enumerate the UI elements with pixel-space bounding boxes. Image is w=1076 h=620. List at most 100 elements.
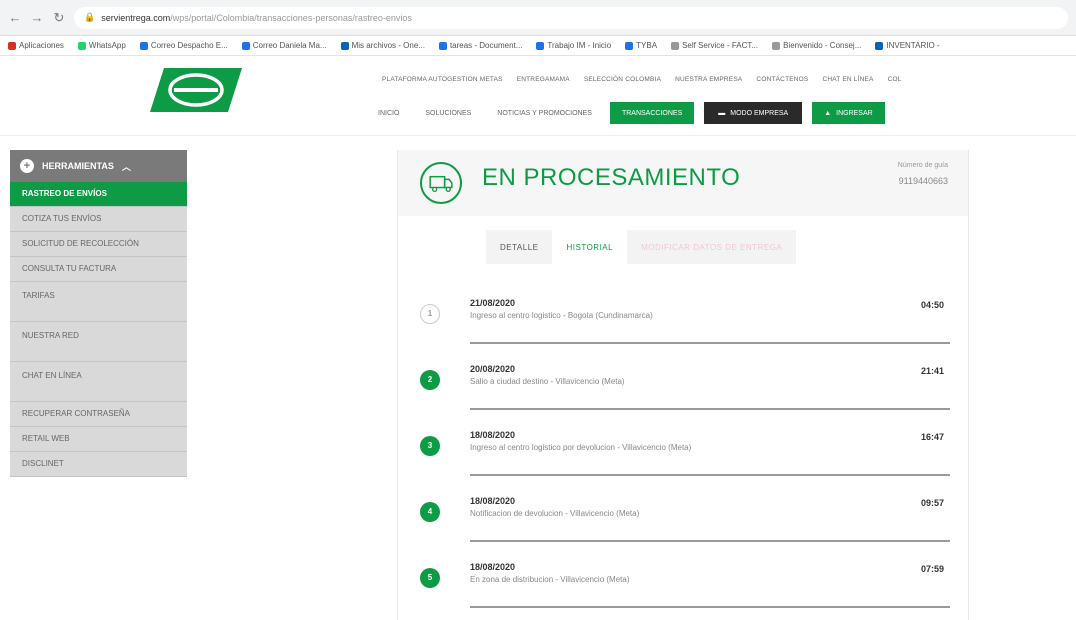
bookmark-label: WhatsApp xyxy=(88,41,126,50)
guide-label: Número de guía xyxy=(897,162,948,169)
bookmark-item[interactable]: WhatsApp xyxy=(77,41,126,50)
modo-empresa-button[interactable]: ▬ MODO EMPRESA xyxy=(704,102,803,124)
bookmark-favicon-icon xyxy=(139,41,148,50)
bookmark-item[interactable]: tareas - Document... xyxy=(438,41,522,50)
url-path: /wps/portal/Colombia/transacciones-perso… xyxy=(170,12,412,23)
tab-detalle[interactable]: DETALLE xyxy=(486,230,552,264)
guide-info: Número de guía 9119440663 xyxy=(898,160,948,189)
event-description: Ingreso al centro logistico por devoluci… xyxy=(470,443,692,452)
event-number-badge: 3 xyxy=(420,436,440,456)
main-nav: INICIO SOLUCIONES NOTICIAS Y PROMOCIONES… xyxy=(370,102,885,124)
bookmark-item[interactable]: Self Service - FACT... xyxy=(671,41,758,50)
top-link[interactable]: CHAT EN LÍNEA xyxy=(822,76,873,83)
event-time: 21:41 xyxy=(920,366,944,376)
browser-toolbar: ← → ↻ 🔒 servientrega.com /wps/portal/Col… xyxy=(0,0,1076,36)
top-link[interactable]: NUESTRA EMPRESA xyxy=(675,76,742,83)
bookmark-favicon-icon xyxy=(536,41,545,50)
timeline-event: 2 20/08/2020 Salio a ciudad destino - Vill… xyxy=(420,356,950,422)
event-body: 18/08/2020 En zona de distribucion - Vill… xyxy=(470,562,950,608)
top-link[interactable]: CONTÁCTENOS xyxy=(756,76,808,83)
reload-icon[interactable]: ↻ xyxy=(52,10,66,26)
sidebar-item[interactable]: COTIZA TUS ENVÍOS xyxy=(10,207,187,232)
event-date: 18/08/2020 xyxy=(470,562,516,572)
timeline-event: 3 18/08/2020 Ingreso al centro logistico p… xyxy=(420,422,950,488)
sidebar-item[interactable]: SOLICITUD DE RECOLECCIÓN xyxy=(10,232,187,257)
nav-soluciones[interactable]: SOLUCIONES xyxy=(417,110,479,117)
tools-sidebar: + HERRAMIENTAS ︿ RASTREO DE ENVÍOS COTIZA… xyxy=(10,150,187,477)
servientrega-logo[interactable] xyxy=(150,68,242,112)
nav-inicio[interactable]: INICIO xyxy=(370,110,407,117)
event-number-badge: 1 xyxy=(420,304,440,324)
event-body: 21/08/2020 Ingreso al centro logistico - … xyxy=(470,298,950,344)
bookmark-favicon-icon xyxy=(875,41,884,50)
sidebar-item[interactable]: RECUPERAR CONTRASEÑA xyxy=(10,402,187,427)
tab-modificar-datos[interactable]: MODIFICAR DATOS DE ENTREGA xyxy=(627,230,796,264)
event-date: 20/08/2020 xyxy=(470,364,516,374)
bookmark-item[interactable]: Mis archivos - One... xyxy=(340,41,425,50)
bookmark-favicon-icon xyxy=(241,41,250,50)
history-timeline: 1 21/08/2020 Ingreso al centro logistico -… xyxy=(420,290,950,620)
top-links: PLATAFORMA AUTOGESTION METAS ENTREGAMAMA S… xyxy=(382,76,902,83)
sidebar-item[interactable]: RETAIL WEB xyxy=(10,427,187,452)
event-description: Salio a ciudad destino - Villavicencio (… xyxy=(470,377,625,386)
tracking-tabs: DETALLE HISTORIAL MODIFICAR DATOS DE ENT… xyxy=(486,230,797,264)
tab-historial[interactable]: HISTORIAL xyxy=(552,230,628,264)
event-number-badge: 5 xyxy=(420,568,440,588)
chevron-up-icon: ︿ xyxy=(121,161,131,172)
briefcase-icon: ▬ xyxy=(718,109,726,117)
sidebar-item[interactable]: CONSULTA TU FACTURA xyxy=(10,257,187,282)
forward-arrow-icon[interactable]: → xyxy=(30,10,44,25)
top-link[interactable]: COL xyxy=(888,76,902,83)
bookmark-label: Correo Despacho E... xyxy=(150,41,228,50)
url-host: servientrega.com xyxy=(101,12,171,23)
bookmark-favicon-icon xyxy=(8,41,16,50)
bookmark-favicon-icon xyxy=(772,41,781,50)
modo-empresa-label: MODO EMPRESA xyxy=(730,109,789,117)
bookmark-item[interactable]: TYBA xyxy=(625,41,657,50)
plus-icon: + xyxy=(20,159,34,173)
event-date: 18/08/2020 xyxy=(470,496,516,506)
event-number-badge: 2 xyxy=(420,370,440,390)
transacciones-button[interactable]: TRANSACCIONES xyxy=(609,102,695,124)
bookmark-favicon-icon xyxy=(671,41,680,50)
event-body: 18/08/2020 Notificacion de devolucion - V… xyxy=(470,496,950,542)
bookmark-label: Mis archivos - One... xyxy=(351,41,425,50)
tracking-panel: EN PROCESAMIENTO Número de guía 91194406… xyxy=(397,150,969,620)
event-time: 16:47 xyxy=(920,432,944,442)
guide-number: 9119440663 xyxy=(898,175,948,186)
bookmark-item[interactable]: Correo Despacho E... xyxy=(139,41,228,50)
bookmark-favicon-icon xyxy=(438,41,447,50)
truck-icon xyxy=(420,162,462,204)
bookmark-item[interactable]: Trabajo IM - Inicio xyxy=(536,41,611,50)
bookmark-favicon-icon xyxy=(77,41,86,50)
event-date: 18/08/2020 xyxy=(470,430,516,440)
nav-noticias[interactable]: NOTICIAS Y PROMOCIONES xyxy=(489,110,600,117)
site-header: PLATAFORMA AUTOGESTION METAS ENTREGAMAMA S… xyxy=(0,56,1076,136)
event-body: 18/08/2020 Ingreso al centro logistico po… xyxy=(470,430,950,476)
sidebar-item[interactable]: RASTREO DE ENVÍOS xyxy=(10,182,187,207)
event-description: Notificacion de devolucion - Villavicenc… xyxy=(470,509,640,518)
event-time: 09:57 xyxy=(920,498,944,508)
bookmark-item[interactable]: Correo Daniela Ma... xyxy=(241,41,327,50)
bookmark-item[interactable]: Aplicaciones xyxy=(8,41,64,50)
back-arrow-icon[interactable]: ← xyxy=(8,10,22,25)
top-link[interactable]: ENTREGAMAMA xyxy=(517,76,570,83)
sidebar-header[interactable]: + HERRAMIENTAS ︿ xyxy=(10,150,187,182)
bookmark-label: Aplicaciones xyxy=(19,41,64,50)
address-bar[interactable]: 🔒 servientrega.com /wps/portal/Colombia/… xyxy=(74,6,1068,29)
bookmark-label: Bienvenido - Consej... xyxy=(783,41,862,50)
sidebar-item[interactable]: DISCLINET xyxy=(10,452,187,477)
bookmark-item[interactable]: INVENTARIO - xyxy=(875,41,940,50)
bookmark-item[interactable]: Bienvenido - Consej... xyxy=(772,41,861,50)
sidebar-item[interactable]: NUESTRA RED xyxy=(10,322,187,362)
sidebar-item[interactable]: CHAT EN LÍNEA xyxy=(10,362,187,402)
bookmarks-bar: Aplicaciones WhatsApp Correo Despacho E...… xyxy=(0,36,1076,56)
ingresar-button[interactable]: ▲ INGRESAR xyxy=(812,102,885,124)
bookmark-label: Self Service - FACT... xyxy=(682,41,759,50)
top-link[interactable]: SELECCIÓN COLOMBIA xyxy=(584,76,661,83)
bookmark-favicon-icon xyxy=(625,41,634,50)
event-number-badge: 4 xyxy=(420,502,440,522)
sidebar-item[interactable]: TARIFAS xyxy=(10,282,187,322)
top-link[interactable]: PLATAFORMA AUTOGESTION METAS xyxy=(382,76,503,83)
event-time: 04:50 xyxy=(920,300,944,310)
